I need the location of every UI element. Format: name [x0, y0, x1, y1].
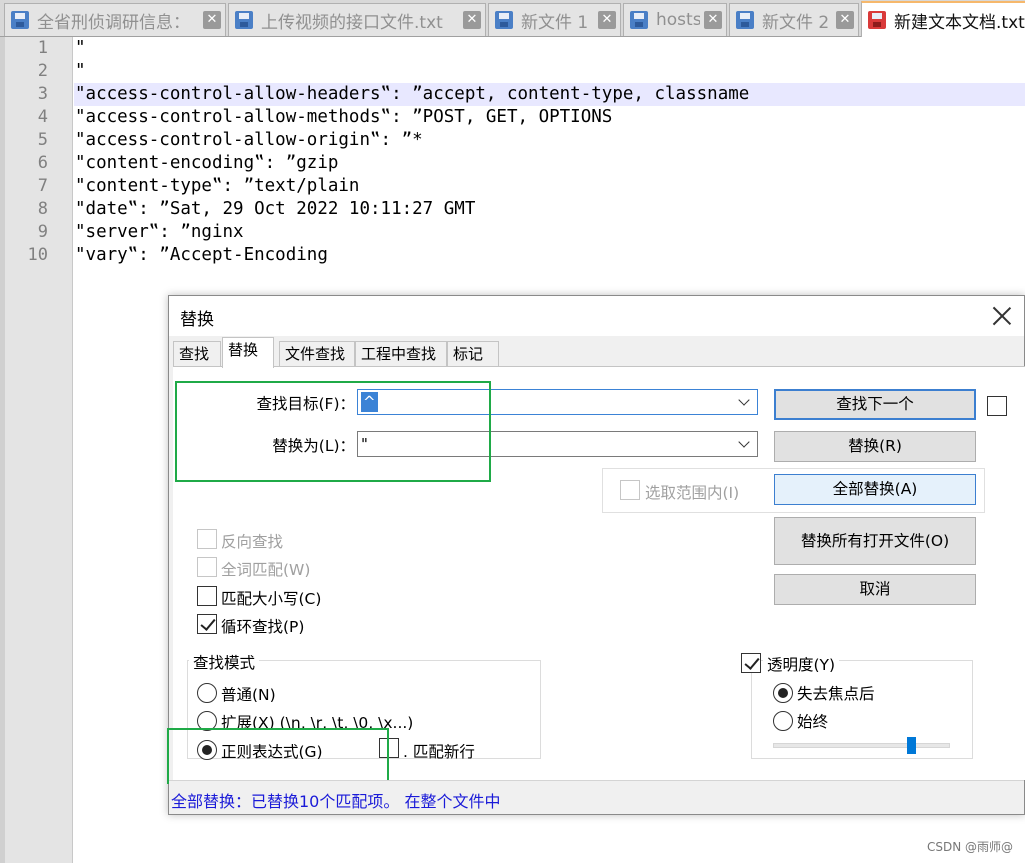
annotation-box-regex: [167, 728, 389, 784]
always-radio[interactable]: [773, 711, 793, 731]
replace-dialog: 替换 查找 替换 文件查找 工程中查找 标记 查找目标(F)： ^ 替换为(L)…: [167, 295, 1025, 815]
tab-label: 新建文本文档.txt: [894, 12, 1025, 33]
close-tab-icon[interactable]: ✕: [704, 11, 722, 29]
line-number: 2: [37, 61, 48, 81]
code-line[interactable]: "content-type‟: ”text/plain: [74, 175, 1025, 198]
transparency-label: 透明度(Y): [763, 653, 840, 675]
line-number: 8: [37, 199, 48, 219]
on-lose-focus-radio[interactable]: [773, 683, 793, 703]
tab-file-2[interactable]: 上传视频的接口文件.txt ✕: [228, 3, 486, 36]
line-number: 1: [37, 38, 48, 58]
tab-file-4[interactable]: hosts ✕: [623, 3, 727, 36]
transparency-slider-thumb[interactable]: [907, 737, 917, 754]
line-number: 4: [37, 107, 48, 127]
close-tab-icon[interactable]: ✕: [463, 11, 481, 29]
tab-replace[interactable]: 替换: [222, 337, 274, 368]
line-number: 7: [37, 176, 48, 196]
save-icon: [495, 11, 513, 29]
code-line[interactable]: "vary‟: ”Accept-Encoding: [74, 244, 1025, 267]
save-icon: [11, 11, 29, 29]
tab-file-1[interactable]: 全省刑侦调研信息： ✕: [4, 3, 226, 36]
backward-checkbox[interactable]: [197, 529, 217, 549]
tab-find[interactable]: 查找: [173, 341, 221, 367]
cancel-button[interactable]: 取消: [774, 574, 976, 605]
chevron-down-icon[interactable]: [738, 436, 750, 448]
close-tab-icon[interactable]: ✕: [203, 11, 221, 29]
tab-file-5[interactable]: 新文件 2 ✕: [729, 3, 859, 36]
tab-label: hosts: [656, 10, 700, 30]
save-icon: [235, 11, 253, 29]
save-icon: [736, 11, 754, 29]
tab-label: 全省刑侦调研信息：: [37, 12, 190, 33]
line-number: 9: [37, 222, 48, 242]
save-icon: [630, 11, 648, 29]
tab-file-3[interactable]: 新文件 1 ✕: [488, 3, 621, 36]
match-case-label: 匹配大小写(C): [221, 590, 322, 608]
tab-mark[interactable]: 标记: [447, 341, 499, 367]
code-line[interactable]: "access-control-allow-origin‟: ”*: [74, 129, 1025, 152]
find-next-option-checkbox[interactable]: [987, 396, 1007, 416]
line-number: 6: [37, 153, 48, 173]
always-label: 始终: [797, 713, 829, 731]
transparency-slider[interactable]: [773, 743, 950, 748]
code-line-current[interactable]: "access-control-allow-headers‟: ”accept,…: [74, 83, 1025, 106]
tab-file-6-active[interactable]: 新建文本文档.txt: [861, 1, 1025, 37]
tab-bar: 全省刑侦调研信息： ✕ 上传视频的接口文件.txt ✕ 新文件 1 ✕ host…: [0, 0, 1025, 37]
wrap-around-checkbox[interactable]: [197, 614, 217, 634]
replace-all-open-files-button[interactable]: 替换所有打开文件(O): [774, 517, 976, 565]
replace-button[interactable]: 替换(R): [774, 431, 976, 462]
chevron-down-icon[interactable]: [738, 394, 750, 406]
tab-label: 新文件 1: [521, 12, 589, 33]
search-mode-title: 查找模式: [189, 651, 260, 673]
line-number: 3: [37, 84, 48, 104]
tab-label: 上传视频的接口文件.txt: [261, 12, 443, 33]
match-case-checkbox[interactable]: [197, 586, 217, 606]
replace-all-button[interactable]: 全部替换(A): [774, 474, 976, 505]
notepad-window: 全省刑侦调研信息： ✕ 上传视频的接口文件.txt ✕ 新文件 1 ✕ host…: [0, 0, 1025, 863]
close-tab-icon[interactable]: ✕: [598, 11, 616, 29]
code-line[interactable]: "access-control-allow-methods‟: ”POST, G…: [74, 106, 1025, 129]
whole-word-checkbox[interactable]: [197, 557, 217, 577]
close-tab-icon[interactable]: ✕: [836, 11, 854, 29]
dot-matches-newline-label: . 匹配新行: [403, 743, 475, 761]
backward-label: 反向查找: [221, 533, 284, 551]
wrap-around-label: 循环查找(P): [221, 618, 305, 636]
status-message: 全部替换：已替换10个匹配项。 在整个文件中: [171, 792, 501, 811]
dialog-title: 替换: [180, 310, 214, 330]
tab-find-in-files[interactable]: 文件查找: [279, 341, 355, 367]
find-next-button[interactable]: 查找下一个: [774, 389, 976, 420]
on-lose-focus-label: 失去焦点后: [797, 685, 875, 703]
tab-label: 新文件 2: [762, 12, 830, 33]
mode-normal-radio[interactable]: [197, 683, 217, 703]
status-bar: 全部替换：已替换10个匹配项。 在整个文件中: [169, 780, 1024, 814]
code-line[interactable]: "date‟: ”Sat, 29 Oct 2022 10:11:27 GMT: [74, 198, 1025, 221]
whole-word-label: 全词匹配(W): [221, 561, 311, 579]
close-icon[interactable]: [990, 304, 1014, 328]
line-number: 5: [37, 130, 48, 150]
mode-normal-label: 普通(N): [221, 686, 276, 704]
line-number: 10: [27, 245, 48, 265]
unsaved-file-icon: [868, 11, 886, 29]
code-line[interactable]: ": [74, 37, 1025, 60]
transparency-checkbox[interactable]: [741, 653, 761, 673]
code-line[interactable]: "content-encoding‟: ”gzip: [74, 152, 1025, 175]
code-line[interactable]: "server‟: ”nginx: [74, 221, 1025, 244]
watermark: CSDN @雨师@: [926, 840, 1013, 854]
in-selection-label: 选取范围内(I): [645, 484, 740, 502]
in-selection-checkbox[interactable]: [620, 480, 640, 500]
annotation-box-fields: [175, 381, 491, 482]
tab-find-in-projects[interactable]: 工程中查找: [355, 341, 447, 367]
dialog-titlebar[interactable]: 替换: [169, 296, 1024, 336]
code-line[interactable]: ": [74, 60, 1025, 83]
